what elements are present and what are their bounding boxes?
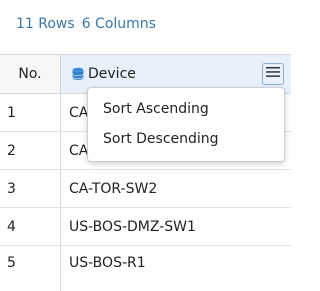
table-view: 11 Rows 6 Columns No. Device 1 CA 2 CA 3… <box>0 0 291 291</box>
column-count: 6 Columns <box>81 16 156 32</box>
database-icon <box>71 67 85 81</box>
hamburger-menu-icon <box>266 66 280 82</box>
column-menu-button[interactable] <box>262 63 284 85</box>
column-header-device-label: Device <box>88 66 136 82</box>
sort-descending-item[interactable]: Sort Descending <box>88 124 284 154</box>
table-row[interactable]: 4 US-BOS-DMZ-SW1 <box>0 208 291 246</box>
row-number-cell: 5 <box>0 246 61 291</box>
device-cell[interactable]: US-BOS-DMZ-SW1 <box>69 208 196 245</box>
device-cell[interactable]: US-BOS-R1 <box>69 246 146 291</box>
column-header-no-label: No. <box>18 66 42 82</box>
device-cell[interactable]: CA-TOR-SW2 <box>69 170 157 207</box>
column-header-no[interactable]: No. <box>0 55 61 93</box>
sort-ascending-item[interactable]: Sort Ascending <box>88 94 284 124</box>
device-cell[interactable]: CA <box>69 132 88 169</box>
column-sort-menu: Sort Ascending Sort Descending <box>87 87 285 162</box>
device-cell[interactable]: CA <box>69 94 88 131</box>
row-number-cell: 3 <box>0 170 61 207</box>
table-summary: 11 Rows 6 Columns <box>16 16 156 36</box>
row-number-cell: 1 <box>0 94 61 131</box>
row-number-cell: 4 <box>0 208 61 245</box>
row-number-cell: 2 <box>0 132 61 169</box>
row-count: 11 Rows <box>16 16 75 32</box>
table-row[interactable]: 3 CA-TOR-SW2 <box>0 170 291 208</box>
table-row[interactable]: 5 US-BOS-R1 <box>0 246 291 291</box>
